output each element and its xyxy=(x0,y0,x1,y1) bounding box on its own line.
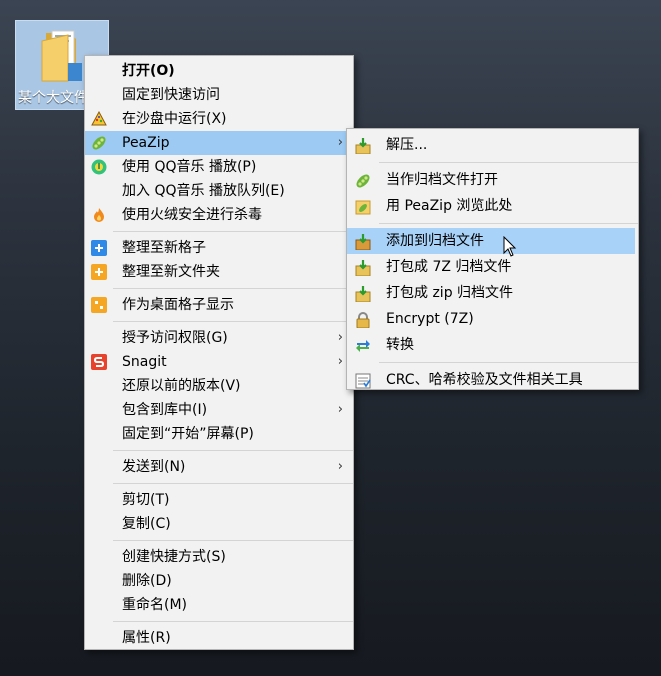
menu-separator xyxy=(113,540,353,541)
menu-item-qqmusic-play[interactable]: 使用 QQ音乐 播放(P) xyxy=(85,155,353,179)
submenu-item-label: Encrypt (7Z) xyxy=(386,311,474,327)
menu-item-label: 创建快捷方式(S) xyxy=(122,549,226,565)
qq-music-icon xyxy=(91,159,107,175)
submenu-item-pack-zip[interactable]: 打包成 zip 归档文件 xyxy=(347,280,638,306)
submenu-item-label: 添加到归档文件 xyxy=(386,233,484,249)
menu-item-label: Snagit xyxy=(122,354,167,370)
menu-item-label: 固定到快速访问 xyxy=(122,87,220,103)
peazip-icon xyxy=(355,172,371,188)
chevron-right-icon: › xyxy=(337,135,343,150)
folder-plus-icon xyxy=(91,264,107,280)
chevron-right-icon: › xyxy=(337,402,343,417)
submenu-item-open-as-archive[interactable]: 当作归档文件打开 xyxy=(347,167,638,193)
menu-item-rename[interactable]: 重命名(M) xyxy=(85,593,353,617)
menu-item-label: 剪切(T) xyxy=(122,492,170,508)
menu-item-label: 作为桌面格子显示 xyxy=(122,297,234,313)
menu-item-run-in-sandbox[interactable]: 在沙盘中运行(X) xyxy=(85,107,353,131)
menu-item-huorong-scan[interactable]: 使用火绒安全进行杀毒 xyxy=(85,203,353,227)
submenu-item-label: 打包成 zip 归档文件 xyxy=(386,285,514,301)
menu-item-new-grid[interactable]: 整理至新格子 xyxy=(85,236,353,260)
submenu-item-label: 打包成 7Z 归档文件 xyxy=(386,259,512,275)
menu-item-label: 在沙盘中运行(X) xyxy=(122,111,227,127)
menu-separator xyxy=(113,231,353,232)
menu-item-new-folder[interactable]: 整理至新文件夹 xyxy=(85,260,353,284)
submenu-item-extract[interactable]: 解压... xyxy=(347,132,638,158)
pack-7z-icon xyxy=(355,259,371,277)
menu-item-delete[interactable]: 删除(D) xyxy=(85,569,353,593)
menu-item-label: 发送到(N) xyxy=(122,459,186,475)
menu-item-copy[interactable]: 复制(C) xyxy=(85,512,353,536)
menu-item-open[interactable]: 打开(O) xyxy=(85,59,353,83)
menu-item-label: 还原以前的版本(V) xyxy=(122,378,241,394)
plus-icon xyxy=(91,240,107,256)
menu-item-cut[interactable]: 剪切(T) xyxy=(85,488,353,512)
menu-item-properties[interactable]: 属性(R) xyxy=(85,626,353,650)
menu-item-label: 固定到“开始”屏幕(P) xyxy=(122,426,254,442)
peazip-icon xyxy=(91,135,107,151)
menu-item-peazip[interactable]: PeaZip › xyxy=(85,131,353,155)
menu-item-create-shortcut[interactable]: 创建快捷方式(S) xyxy=(85,545,353,569)
menu-item-label: 重命名(M) xyxy=(122,597,188,613)
menu-separator xyxy=(379,362,638,363)
menu-separator xyxy=(379,162,638,163)
submenu-item-label: 当作归档文件打开 xyxy=(386,172,498,188)
submenu-item-label: CRC、哈希校验及文件相关工具 xyxy=(386,372,583,388)
menu-item-show-as-desktop-grid[interactable]: 作为桌面格子显示 xyxy=(85,293,353,317)
checklist-icon xyxy=(355,372,371,389)
menu-item-label: 打开(O) xyxy=(122,63,175,79)
menu-item-qqmusic-queue[interactable]: 加入 QQ音乐 播放队列(E) xyxy=(85,179,353,203)
folder-icon xyxy=(38,27,88,87)
submenu-item-browse-with-peazip[interactable]: 用 PeaZip 浏览此处 xyxy=(347,193,638,219)
menu-item-label: 加入 QQ音乐 播放队列(E) xyxy=(122,183,285,199)
submenu-item-crc-hash-tools[interactable]: CRC、哈希校验及文件相关工具 xyxy=(347,367,638,393)
menu-item-label: 使用 QQ音乐 播放(P) xyxy=(122,159,257,175)
desktop-grid-icon xyxy=(91,297,107,313)
extract-icon xyxy=(355,137,371,155)
peazip-submenu: 解压... 当作归档文件打开 用 PeaZip 浏览此处 添加到归档文件 打包成… xyxy=(346,128,639,390)
menu-separator xyxy=(113,483,353,484)
menu-item-label: 属性(R) xyxy=(122,630,171,646)
menu-item-grant-access[interactable]: 授予访问权限(G) › xyxy=(85,326,353,350)
submenu-item-pack-7z[interactable]: 打包成 7Z 归档文件 xyxy=(347,254,638,280)
menu-item-include-in-library[interactable]: 包含到库中(I) › xyxy=(85,398,353,422)
submenu-item-add-to-archive[interactable]: 添加到归档文件 xyxy=(347,228,635,254)
menu-item-pin-to-start[interactable]: 固定到“开始”屏幕(P) xyxy=(85,422,353,446)
menu-item-send-to[interactable]: 发送到(N) › xyxy=(85,455,353,479)
huorong-icon xyxy=(91,207,107,223)
sandbox-icon xyxy=(91,110,107,127)
menu-separator xyxy=(379,223,638,224)
chevron-right-icon: › xyxy=(337,354,343,369)
add-archive-icon xyxy=(355,233,371,251)
menu-item-label: 删除(D) xyxy=(122,573,172,589)
submenu-item-label: 解压... xyxy=(386,137,428,153)
menu-separator xyxy=(113,621,353,622)
mouse-cursor-icon xyxy=(503,235,517,262)
snagit-icon xyxy=(91,354,107,370)
submenu-item-label: 转换 xyxy=(386,337,414,353)
pack-zip-icon xyxy=(355,285,371,303)
menu-separator xyxy=(113,450,353,451)
menu-separator xyxy=(113,321,353,322)
menu-item-pin-quick-access[interactable]: 固定到快速访问 xyxy=(85,83,353,107)
menu-item-label: 整理至新格子 xyxy=(122,240,206,256)
menu-item-restore-previous[interactable]: 还原以前的版本(V) xyxy=(85,374,353,398)
submenu-item-label: 用 PeaZip 浏览此处 xyxy=(386,198,513,214)
submenu-item-encrypt-7z[interactable]: Encrypt (7Z) xyxy=(347,306,638,332)
peazip-browse-icon xyxy=(355,198,371,215)
menu-item-label: 授予访问权限(G) xyxy=(122,330,228,346)
menu-item-snagit[interactable]: Snagit › xyxy=(85,350,353,374)
menu-item-label: 复制(C) xyxy=(122,516,171,532)
menu-separator xyxy=(113,288,353,289)
chevron-right-icon: › xyxy=(337,330,343,345)
menu-item-label: 整理至新文件夹 xyxy=(122,264,220,280)
menu-item-label: PeaZip xyxy=(122,135,170,151)
convert-icon xyxy=(355,337,371,353)
chevron-right-icon: › xyxy=(337,459,343,474)
context-menu: 打开(O) 固定到快速访问 在沙盘中运行(X) PeaZip › 使用 QQ音乐… xyxy=(84,55,354,650)
lock-icon xyxy=(355,311,371,329)
submenu-item-convert[interactable]: 转换 xyxy=(347,332,638,358)
menu-item-label: 包含到库中(I) xyxy=(122,402,208,418)
menu-item-label: 使用火绒安全进行杀毒 xyxy=(122,207,262,223)
